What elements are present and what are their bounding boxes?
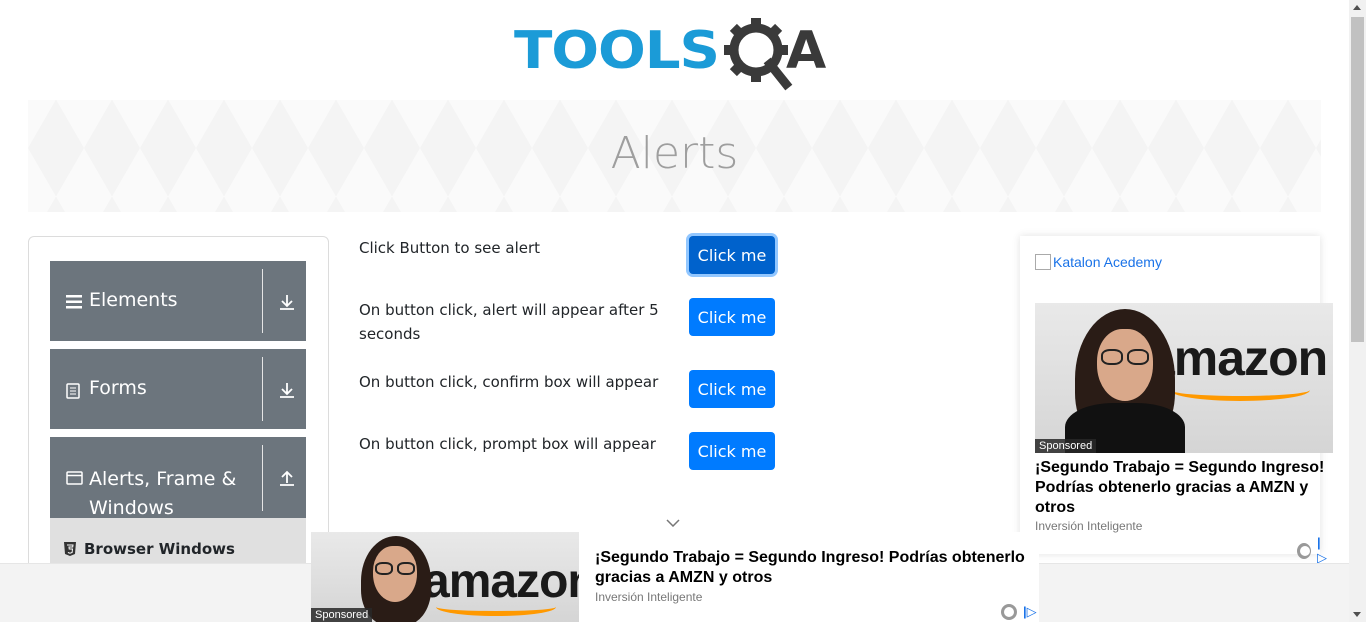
broken-image-link[interactable]: Katalon Acedemy — [1035, 254, 1162, 270]
download-arrow-icon[interactable] — [278, 293, 296, 311]
amazon-smile-icon — [1170, 379, 1310, 401]
ad-badges: |▷ — [1297, 535, 1329, 566]
adchoice-face-icon[interactable] — [1297, 542, 1312, 559]
divider — [262, 357, 263, 421]
download-arrow-icon[interactable] — [278, 381, 296, 399]
divider — [262, 269, 263, 333]
page-banner: Alerts — [28, 100, 1321, 212]
alert-row-confirm: On button click, confirm box will appear… — [359, 370, 779, 410]
broken-image-alt: Katalon Acedemy — [1053, 254, 1162, 270]
sidebar-group-label: Elements — [89, 289, 178, 311]
ad-title[interactable]: ¡Segundo Trabajo = Segundo Ingreso! Podr… — [595, 548, 1035, 588]
document-icon — [66, 383, 80, 404]
broken-image-icon — [1035, 254, 1051, 270]
ad-title[interactable]: ¡Segundo Trabajo = Segundo Ingreso! Podr… — [1035, 458, 1325, 518]
sidebar-group-label: Alerts, Frame & Windows — [89, 465, 236, 523]
sponsored-badge: Sponsored — [311, 608, 373, 622]
amazon-smile-icon — [436, 598, 556, 616]
alert-description: On button click, confirm box will appear — [359, 373, 659, 391]
ad-source: Inversión Inteligente — [1035, 519, 1143, 533]
sidebar-group-forms[interactable]: Forms — [50, 349, 306, 429]
ad-source: Inversión Inteligente — [595, 590, 703, 604]
page-title: Alerts — [610, 128, 739, 179]
confirm-button[interactable]: Click me — [689, 370, 775, 408]
scroll-down-arrow-icon[interactable] — [1353, 612, 1361, 617]
scroll-up-arrow-icon[interactable] — [1353, 5, 1361, 10]
prompt-button[interactable]: Click me — [689, 432, 775, 470]
ad-right[interactable]: Katalon Acedemy amazon Sponsored ¡Segund… — [1020, 236, 1333, 565]
label-line-2: Windows — [89, 497, 174, 519]
alert-button[interactable]: Click me — [689, 236, 775, 274]
sidebar: Elements Forms Alerts, Frame & Windows B… — [28, 236, 329, 576]
hamburger-icon — [66, 295, 82, 314]
ad-bottom[interactable]: amazon Sponsored ¡Segundo Trabajo = Segu… — [311, 532, 1039, 622]
text-line-1: On button click, alert will appear after… — [359, 301, 659, 319]
timer-alert-button[interactable]: Click me — [689, 298, 775, 336]
ad-title-line: ¡Segundo Trabajo = Segundo Ingreso! Podr… — [595, 549, 1025, 566]
adchoices-icon[interactable]: |▷ — [1023, 604, 1037, 620]
upload-arrow-icon[interactable] — [278, 469, 296, 487]
alert-row-timer: On button click, alert will appear after… — [359, 298, 779, 346]
page-scrollbar[interactable] — [1349, 0, 1366, 622]
alert-row-prompt: On button click, prompt box will appear … — [359, 432, 779, 472]
gear-magnifier-icon — [724, 18, 793, 91]
adchoices-icon[interactable]: |▷ — [1317, 535, 1329, 566]
ad-image[interactable]: amazon Sponsored — [311, 532, 579, 622]
alert-description: Click Button to see alert — [359, 239, 541, 257]
sidebar-group-elements[interactable]: Elements — [50, 261, 306, 341]
alert-row-simple: Click Button to see alert Click me — [359, 236, 779, 276]
scroll-thumb[interactable] — [1351, 17, 1364, 342]
logo-tools-text: TOOLS — [514, 21, 719, 81]
window-icon — [66, 471, 83, 490]
logo-qa-text: A — [786, 21, 826, 81]
alert-description: On button click, alert will appear after… — [359, 298, 659, 346]
ad-title-line: Podrías obtenerlo gracias a AMZN y — [1035, 479, 1309, 496]
divider — [262, 445, 263, 511]
html5-icon — [64, 542, 76, 556]
text-line-2: seconds — [359, 325, 421, 343]
alert-description: On button click, prompt box will appear — [359, 435, 656, 453]
toolsqa-logo[interactable]: TOOLS A — [514, 16, 838, 92]
sponsored-badge: Sponsored — [1035, 439, 1097, 453]
ad-title-line: ¡Segundo Trabajo = Segundo Ingreso! — [1035, 459, 1325, 476]
adchoice-face-icon[interactable] — [1001, 604, 1017, 620]
ad-title-line: otros — [1035, 499, 1075, 516]
ad-image[interactable]: amazon Sponsored — [1035, 303, 1333, 453]
ad-badges: |▷ — [1001, 604, 1037, 620]
sidebar-item-browser-windows[interactable]: Browser Windows — [64, 540, 235, 558]
chevron-down-icon[interactable] — [666, 519, 680, 527]
sidebar-group-alerts-frame-windows[interactable]: Alerts, Frame & Windows — [50, 437, 306, 519]
sidebar-group-label: Forms — [89, 377, 147, 399]
label-line-1: Alerts, Frame & — [89, 468, 237, 490]
ad-title-line: gracias a AMZN y otros — [595, 569, 773, 586]
sidebar-item-label: Browser Windows — [84, 540, 235, 558]
